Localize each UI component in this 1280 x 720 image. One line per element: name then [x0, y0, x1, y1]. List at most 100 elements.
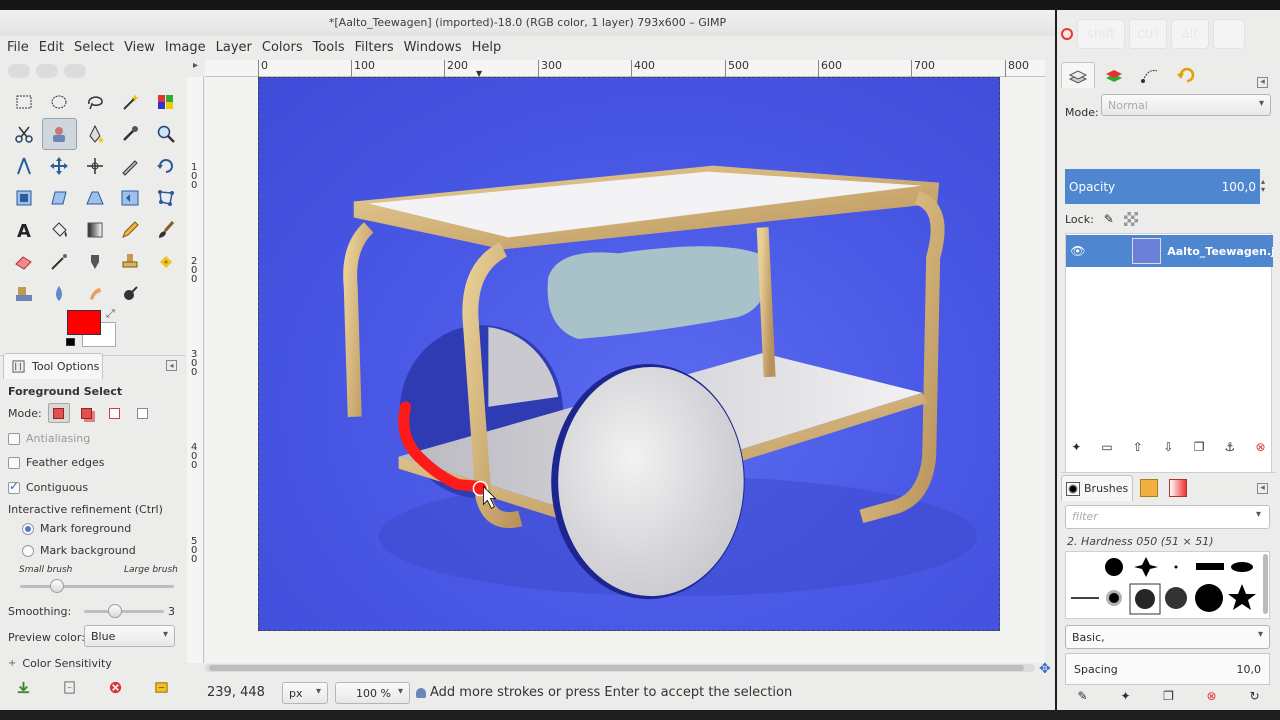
brush-size-slider-track[interactable]: [20, 585, 174, 588]
eraser-tool[interactable]: [6, 246, 42, 278]
tab-tool-options[interactable]: Tool Options: [3, 353, 103, 379]
mark-foreground-option[interactable]: Mark foreground: [22, 522, 131, 535]
mode-subtract-button[interactable]: [104, 403, 126, 423]
new-brush-icon[interactable]: ✦: [1117, 687, 1135, 705]
edit-brush-icon[interactable]: ✎: [1074, 687, 1092, 705]
foreground-select-tool[interactable]: [41, 118, 77, 150]
anchor-layer-icon[interactable]: ⚓: [1221, 438, 1239, 456]
default-colors-icon[interactable]: [66, 338, 75, 346]
cage-transform-tool[interactable]: [148, 182, 184, 214]
measure-tool[interactable]: [6, 150, 42, 182]
menu-help[interactable]: Help: [467, 40, 507, 55]
swap-colors-icon[interactable]: ⤢: [106, 307, 115, 321]
move-tool[interactable]: [42, 150, 78, 182]
ellipse-select-tool[interactable]: [42, 86, 78, 118]
feather-edges-option[interactable]: Feather edges: [8, 456, 105, 469]
opacity-spin-icon[interactable]: ▴ ▾: [1261, 178, 1265, 194]
smoothing-slider-track[interactable]: [84, 610, 164, 613]
lock-pixels-icon[interactable]: ✎: [1104, 212, 1114, 226]
contiguous-option[interactable]: Contiguous: [8, 479, 88, 494]
mode-replace-button[interactable]: [47, 403, 70, 423]
flip-tool[interactable]: [113, 182, 149, 214]
menu-select[interactable]: Select: [69, 40, 119, 55]
opacity-slider[interactable]: Opacity 100,0: [1065, 169, 1260, 204]
rect-select-tool[interactable]: [6, 86, 42, 118]
reset-options-icon[interactable]: [153, 678, 171, 696]
airbrush-tool[interactable]: [42, 246, 78, 278]
tab-layers[interactable]: [1061, 62, 1095, 88]
duplicate-brush-icon[interactable]: ❐: [1160, 687, 1178, 705]
raise-layer-icon[interactable]: ⇧: [1129, 438, 1147, 456]
brush-size-slider-knob[interactable]: [50, 579, 64, 593]
fuzzy-select-tool[interactable]: [113, 86, 149, 118]
blur-tool[interactable]: [42, 278, 78, 310]
smoothing-slider-knob[interactable]: [108, 604, 122, 618]
unit-select[interactable]: px ▾: [282, 682, 328, 704]
lower-layer-icon[interactable]: ⇩: [1159, 438, 1177, 456]
ink-tool[interactable]: [77, 246, 113, 278]
preview-color-select[interactable]: Blue ▾: [84, 625, 175, 647]
brush-scrollbar[interactable]: [1263, 554, 1268, 614]
perspective-tool[interactable]: [77, 182, 113, 214]
delete-options-icon[interactable]: [107, 678, 125, 696]
chevron-down-icon[interactable]: ▾: [1256, 509, 1261, 520]
image-canvas[interactable]: [258, 77, 1000, 631]
horizontal-ruler[interactable]: 0 100 200 300 400 500 600 700 800 ▼: [205, 60, 1045, 78]
menu-filters[interactable]: Filters: [350, 40, 399, 55]
delete-layer-icon[interactable]: ⊗: [1252, 438, 1270, 456]
duplicate-layer-icon[interactable]: ❐: [1190, 438, 1208, 456]
perspective-clone-tool[interactable]: [6, 278, 42, 310]
layer-name[interactable]: Aalto_Teewagen.jp: [1167, 245, 1273, 258]
new-layer-icon[interactable]: ✦: [1067, 438, 1085, 456]
color-picker-tool[interactable]: [113, 118, 149, 150]
visibility-eye-icon[interactable]: 👁: [1066, 244, 1090, 258]
shear-tool[interactable]: [42, 182, 78, 214]
tab-undo-history[interactable]: [1169, 62, 1203, 88]
scissors-select-tool[interactable]: [6, 118, 42, 150]
zoom-tool[interactable]: [148, 118, 184, 150]
clone-tool[interactable]: [113, 246, 149, 278]
smudge-tool[interactable]: [77, 278, 113, 310]
refresh-brushes-icon[interactable]: ↻: [1246, 687, 1264, 705]
scrollbar-thumb[interactable]: [209, 665, 1024, 671]
zoom-select[interactable]: 100 % ▾: [335, 682, 410, 704]
tab-patterns[interactable]: [1136, 475, 1162, 501]
brush-grid[interactable]: [1065, 551, 1270, 619]
menu-image[interactable]: Image: [160, 40, 211, 55]
pencil-tool[interactable]: [113, 214, 149, 246]
navigate-icon[interactable]: ✥: [1039, 661, 1051, 677]
panel-menu-icon[interactable]: ◂: [166, 360, 177, 371]
foreground-color-swatch-top[interactable]: [67, 310, 101, 335]
scale-tool[interactable]: [6, 182, 42, 214]
dodge-burn-tool[interactable]: [113, 278, 149, 310]
tab-channels[interactable]: [1097, 62, 1131, 88]
paths-tool[interactable]: [77, 118, 113, 150]
mark-background-radio[interactable]: [22, 544, 34, 557]
delete-brush-icon[interactable]: ⊗: [1203, 687, 1221, 705]
feather-edges-checkbox[interactable]: [8, 456, 20, 469]
panel-menu-icon[interactable]: ◂: [1257, 483, 1268, 494]
menu-file[interactable]: File: [2, 40, 34, 55]
layer-mode-select[interactable]: Normal ▾: [1101, 94, 1271, 116]
horizontal-scrollbar[interactable]: [205, 664, 1035, 672]
crop-tool[interactable]: [113, 150, 149, 182]
menu-view[interactable]: View: [119, 40, 160, 55]
select-by-color-tool[interactable]: [148, 86, 184, 118]
menu-layer[interactable]: Layer: [211, 40, 257, 55]
blend-tool[interactable]: [77, 214, 113, 246]
antialiasing-checkbox[interactable]: [8, 432, 20, 445]
menu-edit[interactable]: Edit: [34, 40, 69, 55]
restore-options-icon[interactable]: [60, 678, 78, 696]
tab-gradients[interactable]: [1165, 475, 1191, 501]
brush-filter-input[interactable]: filter: [1065, 505, 1270, 529]
canvas-viewport[interactable]: [205, 77, 1045, 663]
panel-menu-icon[interactable]: ◂: [1257, 77, 1268, 88]
rotate-tool[interactable]: [148, 150, 184, 182]
contiguous-checkbox[interactable]: [8, 479, 20, 494]
text-tool[interactable]: A: [6, 214, 42, 246]
tab-paths[interactable]: [1133, 62, 1167, 88]
mode-intersect-button[interactable]: [132, 403, 154, 423]
lock-alpha-icon[interactable]: [1123, 212, 1138, 226]
free-select-tool[interactable]: [77, 86, 113, 118]
color-sensitivity-expander[interactable]: + Color Sensitivity: [8, 657, 112, 670]
